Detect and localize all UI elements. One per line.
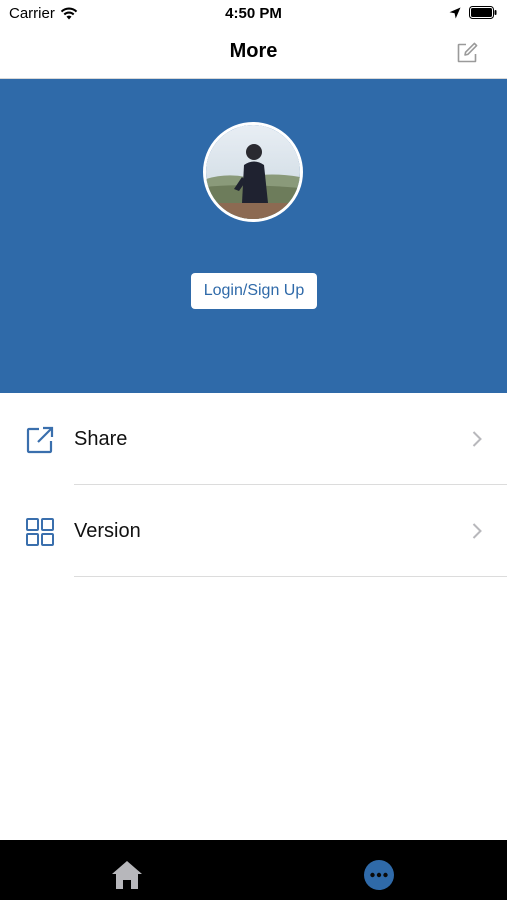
profile-header: Login/Sign Up xyxy=(0,79,507,393)
location-arrow-icon xyxy=(449,7,461,18)
more-icon[interactable] xyxy=(362,858,396,892)
share-external-icon xyxy=(26,426,54,454)
avatar[interactable] xyxy=(203,122,303,222)
grid-icon xyxy=(26,518,54,546)
chevron-right-icon xyxy=(472,523,482,539)
status-bar: Carrier 4:50 PM xyxy=(0,0,507,28)
avatar-photo xyxy=(206,125,300,219)
menu-item-label: Share xyxy=(74,428,128,450)
menu-item-share[interactable]: Share xyxy=(0,393,507,485)
divider xyxy=(74,576,507,577)
menu-list: Share Version xyxy=(0,393,507,577)
edit-icon[interactable] xyxy=(455,41,479,65)
battery-icon xyxy=(469,6,497,19)
menu-item-label: Version xyxy=(74,520,141,542)
login-signup-button[interactable]: Login/Sign Up xyxy=(191,273,317,309)
chevron-right-icon xyxy=(472,431,482,447)
nav-bar: More xyxy=(0,28,507,79)
status-right-group xyxy=(449,6,497,19)
tab-bar xyxy=(0,840,507,900)
page-title: More xyxy=(229,40,278,62)
home-icon[interactable] xyxy=(110,858,144,892)
status-time: 4:50 PM xyxy=(225,5,282,22)
menu-item-version[interactable]: Version xyxy=(0,485,507,577)
